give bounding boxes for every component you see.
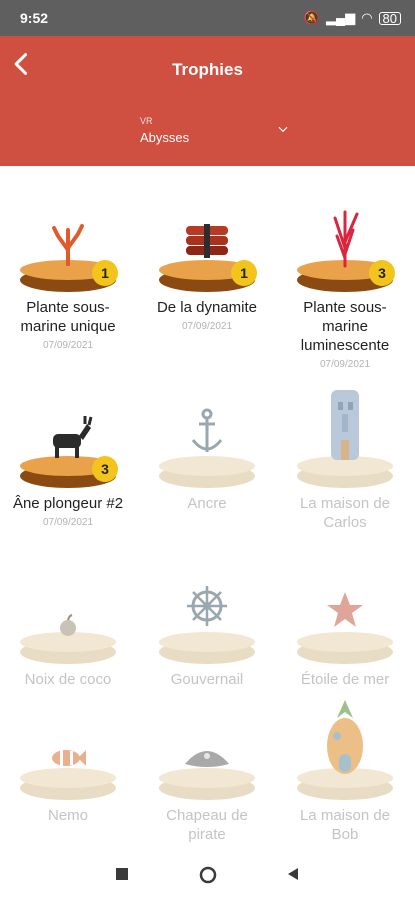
red-seaweed-icon: [333, 210, 359, 268]
trophy-art: 1: [8, 212, 128, 292]
status-time: 9:52: [20, 10, 49, 26]
dynamite-icon: [186, 224, 228, 258]
trophy-grid: 1 Plante sous-marine unique 07/09/2021 1…: [0, 190, 415, 850]
trophy-art: [8, 584, 128, 664]
anchor-icon: [191, 408, 223, 452]
mute-icon: 🔕: [303, 10, 320, 25]
app-header: Trophies VR Abysses: [0, 36, 415, 166]
pirate-hat-icon: [185, 751, 229, 767]
battery-icon: 80: [378, 11, 401, 25]
back-nav-button[interactable]: [285, 866, 301, 882]
coral-icon: [52, 224, 84, 266]
system-nav-bar: [0, 850, 415, 900]
trophy-art: 3: [285, 210, 405, 292]
trophy-date: 07/09/2021: [42, 517, 94, 528]
trophy-art: [285, 390, 405, 488]
trophy-date: 07/09/2021: [42, 340, 94, 351]
trophy-date: 07/09/2021: [181, 321, 233, 332]
coconut-icon: [60, 614, 76, 636]
pineapple-house-icon: [327, 700, 363, 774]
trophy-art: [285, 584, 405, 664]
signal-icon: ▂▄▆: [325, 10, 356, 25]
vr-world-selector[interactable]: VR Abysses: [140, 116, 290, 156]
trophy-count-badge: 1: [231, 260, 257, 286]
status-icons: 🔕 ▂▄▆ ◠ 80: [304, 10, 401, 26]
trophy-tile[interactable]: La maison de Carlos: [285, 390, 405, 578]
trophy-art: [147, 720, 267, 800]
chevron-down-icon: [278, 126, 288, 133]
trophy-count-badge: 3: [92, 456, 118, 482]
trophy-name: Plante sous-marine unique: [20, 299, 116, 335]
page-title: Trophies: [172, 60, 243, 79]
trophy-name: La maison de Carlos: [299, 495, 391, 531]
trophy-tile[interactable]: 3 Âne plongeur #2 07/09/2021: [8, 408, 128, 578]
trophy-name: Plante sous-marine luminescente: [300, 299, 390, 354]
trophy-name: Gouvernail: [170, 671, 244, 688]
trophy-art: [8, 720, 128, 800]
clownfish-icon: [52, 750, 86, 766]
trophy-art: [147, 408, 267, 488]
selector-label: VR: [140, 116, 153, 126]
wifi-icon: ◠: [361, 10, 373, 25]
ship-wheel-icon: [187, 586, 227, 626]
trophy-count-badge: 3: [369, 260, 395, 286]
trophy-name: Âne plongeur #2: [12, 495, 124, 512]
status-bar: 9:52 🔕 ▂▄▆ ◠ 80: [0, 0, 415, 36]
trophy-name: Nemo: [47, 807, 88, 824]
home-button[interactable]: [198, 865, 218, 885]
trophy-art: 3: [8, 408, 128, 488]
donkey-icon: [53, 416, 93, 458]
trophy-art: [147, 584, 267, 664]
trophy-tile[interactable]: 3 Plante sous-marine luminescente 07/09/…: [285, 210, 405, 382]
trophy-name: De la dynamite: [156, 299, 258, 316]
trophy-art: 1: [147, 212, 267, 292]
trophy-tile[interactable]: 1 De la dynamite 07/09/2021: [147, 212, 267, 382]
trophy-name: La maison de Bob: [299, 807, 391, 843]
trophy-count-badge: 1: [92, 260, 118, 286]
trophy-name: Ancre: [187, 495, 227, 512]
trophy-name: Noix de coco: [24, 671, 112, 688]
stone-head-house-icon: [331, 390, 359, 460]
selector-value: Abysses: [140, 130, 190, 145]
trophy-tile[interactable]: Ancre: [147, 408, 267, 578]
trophy-name: Étoile de mer: [300, 671, 390, 688]
trophy-art: [285, 700, 405, 800]
trophy-date: 07/09/2021: [319, 359, 371, 370]
trophy-name: Chapeau de pirate: [166, 807, 248, 843]
recents-button[interactable]: [114, 866, 130, 882]
trophy-tile[interactable]: 1 Plante sous-marine unique 07/09/2021: [8, 212, 128, 382]
starfish-icon: [327, 592, 363, 627]
